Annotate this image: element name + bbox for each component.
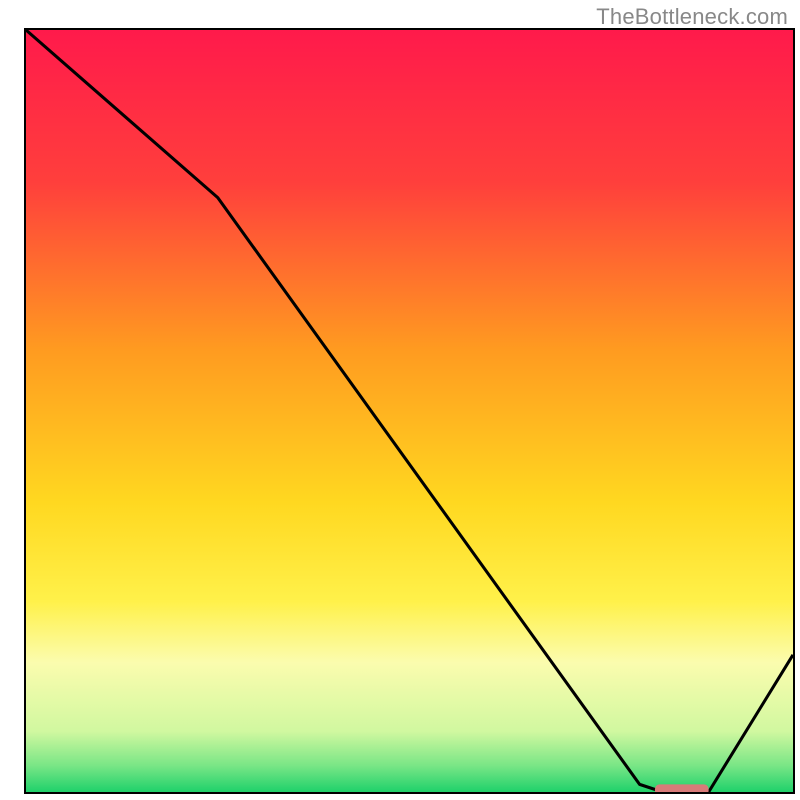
optimal-marker [655, 784, 709, 792]
gradient-background [26, 30, 793, 792]
chart-container: TheBottleneck.com [0, 0, 800, 800]
chart-frame [24, 28, 795, 794]
chart-svg [26, 30, 793, 792]
watermark-text: TheBottleneck.com [596, 4, 788, 30]
